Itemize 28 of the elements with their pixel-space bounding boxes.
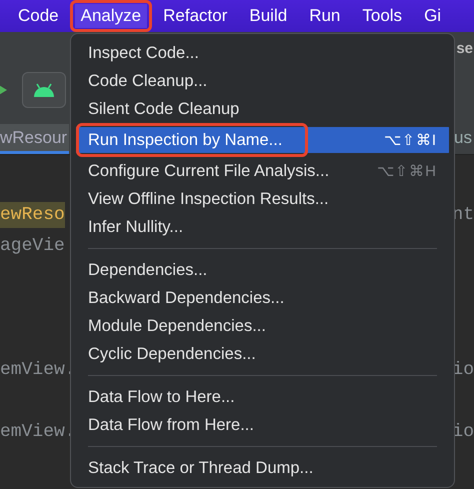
menu-item[interactable]: Silent Code Cleanup [76, 95, 449, 123]
menu-item[interactable]: Infer Nullity... [76, 213, 449, 241]
menu-bar-item[interactable]: Refactor [152, 0, 238, 32]
code-text: io [452, 360, 474, 380]
menu-bar-item[interactable]: Gi [413, 0, 452, 32]
code-text: ewReso [0, 202, 65, 228]
menu-item[interactable]: Data Flow from Here... [76, 411, 449, 439]
menu-item[interactable]: Backward Dependencies... [76, 284, 449, 312]
menu-item[interactable]: Run Inspection by Name... ⌥⇧⌘I [76, 123, 449, 157]
menu-item[interactable]: Cyclic Dependencies... [76, 340, 449, 368]
menu-bar-item[interactable]: Tools [351, 0, 414, 32]
editor-tab[interactable]: us [454, 124, 474, 154]
menu-item[interactable]: Code Cleanup... [76, 67, 449, 95]
menu-bar-item[interactable]: Code [18, 0, 70, 32]
menu-item[interactable]: Configure Current File Analysis... ⌥⇧⌘H [76, 157, 449, 185]
menu-item[interactable]: Dependencies... [76, 256, 449, 284]
menu-item[interactable]: View Offline Inspection Results... [76, 185, 449, 213]
menu-bar-item[interactable]: Build [238, 0, 298, 32]
title-fragment: se [456, 40, 473, 57]
menu-item[interactable]: Stack Trace or Thread Dump... [76, 454, 449, 482]
menu-item[interactable]: Module Dependencies... [76, 312, 449, 340]
menu-item[interactable]: Inspect Code... [76, 39, 449, 67]
code-text: io [452, 422, 474, 442]
code-text: emView. [0, 422, 76, 442]
menu-item[interactable]: Data Flow to Here... [76, 383, 449, 411]
code-text: emView. [0, 360, 76, 380]
menu-bar-item[interactable]: Run [298, 0, 352, 32]
code-text: ageVie [0, 236, 65, 256]
